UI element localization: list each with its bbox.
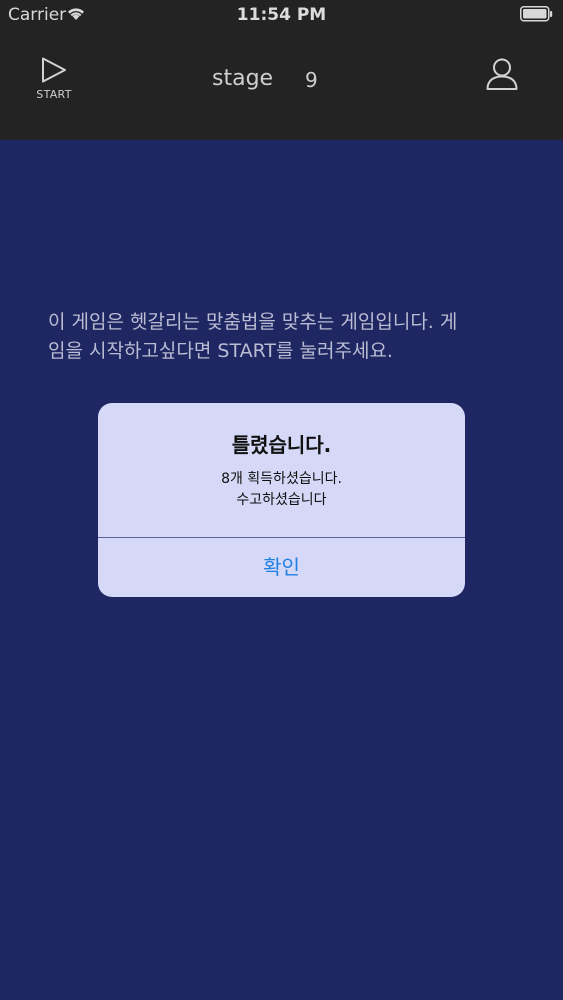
alert-message-line-1: 8개 획득하셨습니다. [221, 471, 342, 487]
battery-icon [520, 6, 553, 26]
user-icon [484, 58, 520, 96]
alert-message: 8개 획득하셨습니다. 수고하셨습니다 [98, 469, 465, 511]
stage-number: 9 [305, 68, 318, 92]
nav-bar: START stage 9 [0, 30, 563, 140]
play-icon [40, 56, 68, 88]
start-label: START [36, 88, 72, 101]
stage-label: stage [212, 66, 274, 91]
confirm-button[interactable]: 확인 [98, 538, 465, 597]
status-time: 11:54 PM [236, 5, 327, 25]
status-bar: Carrier 11:54 PM [0, 0, 563, 30]
alert-title: 틀렸습니다. [231, 433, 332, 457]
game-instruction: 이 게임은 헷갈리는 맞춤법을 맞추는 게임입니다. 게 임을 시작하고싶다면 … [48, 308, 528, 366]
instruction-line-1: 이 게임은 헷갈리는 맞춤법을 맞추는 게임입니다. 게 [48, 311, 458, 333]
start-button[interactable]: START [26, 56, 82, 110]
alert-message-line-2: 수고하셨습니다 [236, 492, 327, 508]
instruction-line-2: 임을 시작하고싶다면 START를 눌러주세요. [48, 340, 393, 362]
result-alert: 틀렸습니다. 8개 획득하셨습니다. 수고하셨습니다 확인 [98, 403, 465, 597]
profile-button[interactable] [484, 56, 520, 92]
